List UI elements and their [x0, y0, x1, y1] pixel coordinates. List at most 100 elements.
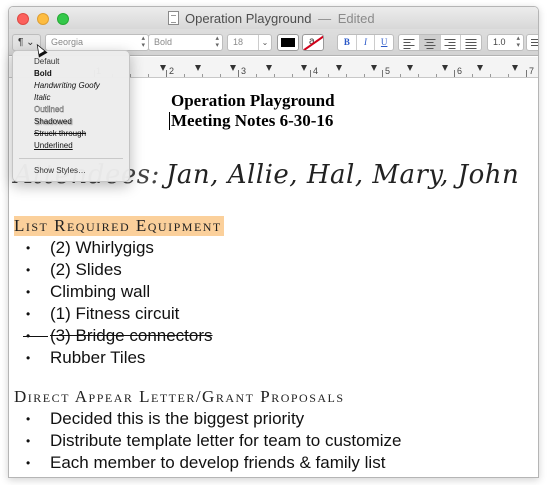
list-item-struck: •(3) Bridge connectors [9, 325, 538, 347]
window-title: Operation Playground — Edited [185, 11, 375, 26]
updown-arrows-icon: ▴ ▾ [516, 35, 520, 49]
font-family-select[interactable]: Georgia ▴ ▾ [45, 34, 149, 51]
show-styles-menu-item[interactable]: Show Styles… [34, 165, 86, 177]
attendees-names: Jan, Allie, Hal, Mary, John [166, 160, 520, 190]
list-item: • Climbing wall [9, 281, 538, 303]
tab-stop-marker[interactable] [160, 65, 166, 71]
paragraph-icon: ¶ [18, 37, 24, 48]
window-title-separator: — [318, 11, 332, 26]
list-item-text: Decided this is the biggest priority [50, 409, 305, 428]
align-right-button[interactable] [441, 35, 462, 50]
bullet-icon: • [26, 241, 31, 255]
document-proxy-icon[interactable] [168, 11, 179, 25]
close-button[interactable] [17, 13, 29, 25]
style-menu-item-handwriting[interactable]: Handwriting Goofy [34, 80, 100, 92]
strikethrough-line [23, 336, 48, 337]
list-item-text: Distribute template letter for team to c… [50, 431, 402, 450]
text-color-well[interactable] [277, 34, 299, 51]
style-menu-item-default[interactable]: Default [34, 56, 59, 68]
list-item: • Rubber Tiles [9, 347, 538, 369]
align-center-button[interactable] [419, 35, 441, 51]
bullet-icon: • [26, 412, 31, 426]
equipment-list: • (2) Whirlygigs • (2) Slides • Climbing wa… [9, 237, 538, 369]
bullet-icon: • [26, 351, 31, 365]
heading-line-1: Operation Playground [171, 91, 335, 110]
menu-separator [19, 158, 123, 159]
list-item-text: (1) Fitness circuit [50, 304, 180, 323]
line-spacing-value: 1.0 [493, 37, 506, 47]
list-item: • (1) Fitness circuit [9, 303, 538, 325]
typeface-value: Bold [154, 37, 173, 47]
list-item-text: (2) Whirlygigs [50, 238, 154, 257]
underline-button[interactable]: U [375, 35, 393, 50]
font-family-value: Georgia [51, 37, 84, 47]
list-item: • (2) Whirlygigs [9, 237, 538, 259]
window-title-name: Operation Playground [185, 11, 312, 26]
bold-button[interactable]: B [338, 35, 357, 50]
section-title-letters: Direct Appear Letter/Grant Proposals [14, 387, 345, 406]
list-item-text: (2) Slides [50, 260, 122, 279]
list-item: • Each member to develop friends & family… [9, 452, 538, 474]
tab-stop-marker[interactable] [230, 65, 236, 71]
text-color-swatch [281, 38, 295, 47]
tab-stop-marker[interactable] [371, 65, 377, 71]
tab-stop-marker[interactable] [336, 65, 342, 71]
updown-arrows-icon: ▴ ▾ [215, 35, 219, 49]
tab-stop-marker[interactable] [442, 65, 448, 71]
tab-stop-marker[interactable] [477, 65, 483, 71]
bullet-icon: • [26, 285, 31, 299]
bullet-icon: • [26, 307, 31, 321]
tab-stop-marker[interactable] [407, 65, 413, 71]
chevron-down-icon[interactable]: ⌄ [258, 35, 271, 50]
letters-list: • Decided this is the biggest priority • D… [9, 408, 538, 474]
ruler-label: 5 [385, 66, 391, 76]
style-menu-item-shadowed[interactable]: Shadowed [34, 116, 72, 128]
align-left-icon [403, 39, 415, 51]
align-right-icon [444, 39, 456, 51]
tab-stop-marker[interactable] [195, 65, 201, 71]
minimize-button[interactable] [37, 13, 49, 25]
font-size-value: 18 [233, 37, 244, 47]
style-menu-item-underlined[interactable]: Underlined [34, 140, 73, 152]
style-menu-item-struck-through[interactable]: Struck through [34, 128, 86, 140]
list-bullets-button[interactable] [526, 34, 538, 51]
style-menu-item-italic[interactable]: Italic [34, 92, 50, 104]
document-heading: Operation Playground Meeting Notes 6-30-… [171, 91, 335, 131]
ruler-label: 4 [313, 66, 319, 76]
list-item-text: Climbing wall [50, 282, 151, 301]
list-item: • Distribute template letter for team to … [9, 430, 538, 452]
justify-button[interactable] [461, 35, 481, 50]
bullet-icon: • [26, 456, 31, 470]
align-left-button[interactable] [399, 35, 420, 50]
align-center-icon [424, 39, 436, 51]
style-menu-item-outlined[interactable]: Outlined [34, 104, 64, 116]
tab-stop-marker[interactable] [301, 65, 307, 71]
line-spacing-select[interactable]: 1.0 ▴ ▾ [487, 34, 524, 51]
font-size-combo[interactable]: 18 ⌄ [227, 34, 272, 51]
alignment-segment [398, 34, 482, 51]
text-style-segment: B I U [337, 34, 394, 51]
ruler-label: 2 [169, 66, 175, 76]
style-menu-item-bold[interactable]: Bold [34, 68, 52, 80]
zoom-button[interactable] [57, 13, 69, 25]
paragraph-styles-menu: Default Bold Handwriting Goofy Italic Ou… [12, 50, 130, 182]
list-item: • Decided this is the biggest priority [9, 408, 538, 430]
highlight-color-well[interactable]: a [302, 34, 324, 51]
ruler-label: 3 [241, 66, 247, 76]
ruler-label: 7 [529, 66, 535, 76]
italic-button[interactable]: I [357, 35, 376, 50]
justify-icon [465, 39, 477, 51]
list-item: • (2) Slides [9, 259, 538, 281]
tab-stop-marker[interactable] [512, 65, 518, 71]
section-title-equipment: List Required Equipment [14, 216, 224, 236]
bullet-icon: • [26, 263, 31, 277]
typeface-select[interactable]: Bold ▴ ▾ [148, 34, 223, 51]
list-item-text: (3) Bridge connectors [50, 326, 213, 345]
tab-stop-marker[interactable] [266, 65, 272, 71]
list-item-text: Each member to develop friends & family … [50, 453, 386, 472]
ruler-label: 6 [457, 66, 463, 76]
bullet-icon: • [26, 434, 31, 448]
list-item-text: Rubber Tiles [50, 348, 146, 367]
title-bar[interactable]: Operation Playground — Edited [9, 7, 538, 29]
text-cursor [169, 112, 170, 130]
